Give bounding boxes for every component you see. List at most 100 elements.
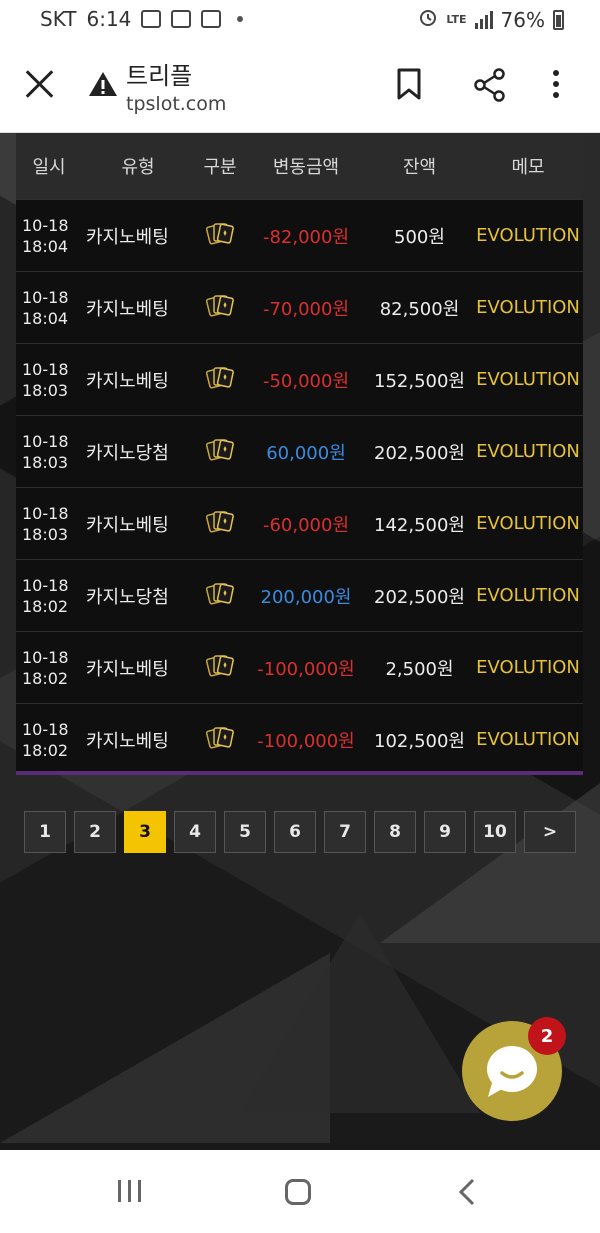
page-button-10[interactable]: 10 [474,811,516,853]
row-category [194,343,246,416]
row-amount: 200,000원 [246,559,366,632]
carrier-label: SKT [40,7,77,31]
header-amount: 변동금액 [246,133,366,200]
share-icon[interactable] [474,68,506,106]
table-row: 10-18 18:03 카지노베팅 -60,000원 142,500원 EVOLUTION [16,487,583,560]
table-row: 10-18 18:04 카지노베팅 -70,000원 82,500원 EVOLUTION [16,271,583,344]
row-datetime: 10-18 18:02 [16,703,82,775]
table-row: 10-18 18:03 카지노당첨 60,000원 202,500원 EVOLUTION [16,415,583,488]
alarm-icon [418,7,438,32]
warning-icon[interactable] [88,71,118,101]
row-date: 10-18 [22,359,69,379]
row-type: 카지노베팅 [82,703,194,775]
row-time: 18:02 [22,596,69,616]
row-datetime: 10-18 18:02 [16,631,82,704]
row-memo: EVOLUTION [473,271,583,344]
row-date: 10-18 [22,503,69,523]
row-date: 10-18 [22,287,69,307]
header-memo: 메모 [473,133,583,200]
page-button-5[interactable]: 5 [224,811,266,853]
status-bar: SKT 6:14 LTE 76% [0,0,600,40]
page-url[interactable]: tpslot.com [126,93,226,115]
row-type: 카지노베팅 [82,631,194,704]
row-amount: -70,000원 [246,271,366,344]
table-row: 10-18 18:02 카지노당첨 200,000원 202,500원 EVOLUTION [16,559,583,632]
table-row: 10-18 18:03 카지노베팅 -50,000원 152,500원 EVOLUTION [16,343,583,416]
page-button-7[interactable]: 7 [324,811,366,853]
header-type: 유형 [82,133,194,200]
row-category [194,199,246,272]
row-type: 카지노베팅 [82,271,194,344]
row-amount: -82,000원 [246,199,366,272]
row-memo: EVOLUTION [473,343,583,416]
page-button-8[interactable]: 8 [374,811,416,853]
row-memo: EVOLUTION [473,199,583,272]
row-category [194,487,246,560]
page-title: 트리플 [126,62,193,90]
back-icon[interactable] [458,1178,476,1210]
close-icon[interactable] [24,68,56,100]
row-datetime: 10-18 18:03 [16,487,82,560]
row-type: 카지노당첨 [82,415,194,488]
row-date: 10-18 [22,575,69,595]
casino-cards-icon [206,511,234,538]
row-balance: 202,500원 [366,559,473,632]
page-button-6[interactable]: 6 [274,811,316,853]
casino-cards-icon [206,223,234,250]
casino-cards-icon [206,295,234,322]
header-datetime: 일시 [16,133,82,200]
pagination: 1 2 3 4 5 6 7 8 9 10 > [24,811,576,853]
network-label: LTE [446,13,467,26]
row-memo: EVOLUTION [473,703,583,775]
notification-badge: 2 [528,1017,566,1055]
page-button-1[interactable]: 1 [24,811,66,853]
home-icon[interactable] [285,1179,311,1205]
table-row: 10-18 18:02 카지노베팅 -100,000원 102,500원 EVOLUTIO… [16,703,583,775]
battery-icon [553,9,564,30]
row-type: 카지노베팅 [82,487,194,560]
row-datetime: 10-18 18:03 [16,415,82,488]
more-options-icon[interactable] [552,70,560,103]
bookmark-icon[interactable] [396,68,422,104]
next-page-button[interactable]: > [524,811,576,853]
row-time: 18:03 [22,524,69,544]
row-datetime: 10-18 18:03 [16,343,82,416]
row-time: 18:03 [22,452,69,472]
page-button-2[interactable]: 2 [74,811,116,853]
table-row: 10-18 18:02 카지노베팅 -100,000원 2,500원 EVOLUTION [16,631,583,704]
more-notifications-icon [237,16,244,22]
row-date: 10-18 [22,215,69,235]
clock-label: 6:14 [86,7,132,31]
play-notification-icon [201,10,222,28]
row-category [194,559,246,632]
row-date: 10-18 [22,647,69,667]
row-type: 카지노당첨 [82,559,194,632]
casino-cards-icon [206,655,234,682]
row-memo: EVOLUTION [473,415,583,488]
row-type: 카지노베팅 [82,343,194,416]
row-balance: 152,500원 [366,343,473,416]
row-category [194,271,246,344]
page-button-3[interactable]: 3 [124,811,166,853]
row-amount: -50,000원 [246,343,366,416]
page-button-9[interactable]: 9 [424,811,466,853]
header-balance: 잔액 [366,133,473,200]
row-balance: 102,500원 [366,703,473,775]
row-balance: 2,500원 [366,631,473,704]
row-time: 18:03 [22,380,69,400]
recent-apps-icon[interactable] [118,1180,141,1202]
row-category [194,631,246,704]
row-datetime: 10-18 18:04 [16,271,82,344]
page-button-4[interactable]: 4 [174,811,216,853]
gallery-notification-icon [141,10,162,28]
row-time: 18:02 [22,668,69,688]
row-memo: EVOLUTION [473,631,583,704]
bookmark-notification-icon [171,10,192,28]
row-balance: 82,500원 [366,271,473,344]
row-amount: 60,000원 [246,415,366,488]
casino-cards-icon [206,583,234,610]
row-memo: EVOLUTION [473,487,583,560]
casino-cards-icon [206,367,234,394]
row-time: 18:02 [22,740,69,760]
row-type: 카지노베팅 [82,199,194,272]
